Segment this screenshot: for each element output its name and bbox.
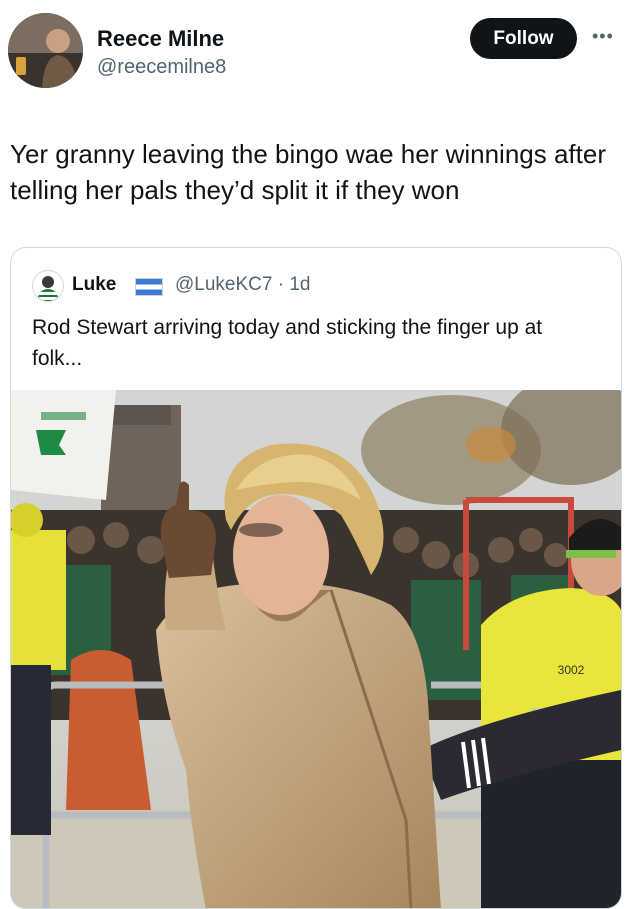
- author-avatar[interactable]: [8, 13, 83, 88]
- author-handle[interactable]: @reecemilne8: [97, 56, 226, 79]
- tweet-text: Yer granny leaving the bingo wae her win…: [10, 139, 606, 205]
- quoted-author-avatar[interactable]: [32, 270, 64, 302]
- more-icon[interactable]: •••: [592, 26, 614, 47]
- profile-photo-icon: [37, 276, 59, 301]
- flag-icon: [135, 278, 163, 296]
- quoted-author-handle-time[interactable]: @LukeKC7 · 1d: [175, 274, 310, 296]
- vest-number: 3002: [558, 663, 585, 677]
- quoted-tweet-text: Rod Stewart arriving today and sticking …: [32, 316, 543, 370]
- rod-stewart-photo: 3002: [11, 390, 621, 908]
- author-name[interactable]: Reece Milne: [97, 26, 224, 52]
- quoted-author-name[interactable]: Luke: [72, 274, 116, 296]
- profile-photo-icon: [8, 13, 83, 88]
- quoted-tweet[interactable]: Luke @LukeKC7 · 1d Rod Stewart arriving …: [10, 247, 622, 909]
- quoted-tweet-photo[interactable]: 3002: [11, 390, 621, 908]
- follow-button[interactable]: Follow: [470, 18, 577, 59]
